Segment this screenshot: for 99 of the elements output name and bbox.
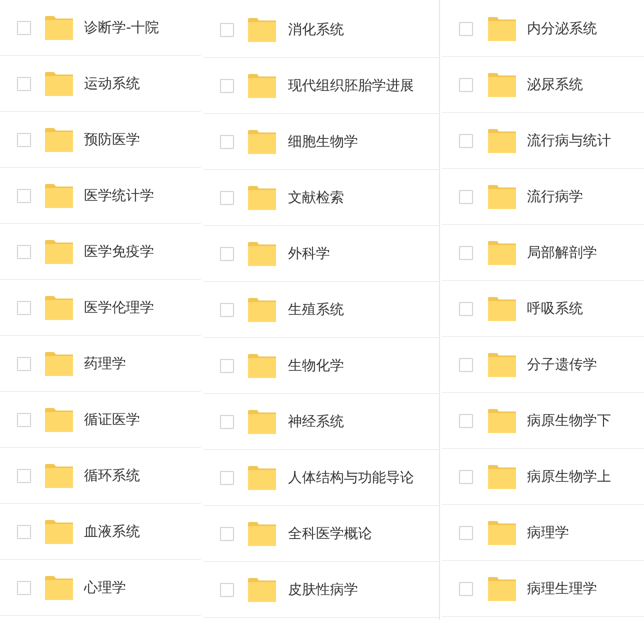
folder-name[interactable]: 流行病学 <box>527 188 583 206</box>
folder-icon <box>248 186 276 210</box>
folder-name[interactable]: 泌尿系统 <box>527 76 583 94</box>
folder-name[interactable]: 运动系统 <box>84 74 140 92</box>
folder-icon <box>248 522 276 546</box>
folder-icon <box>45 520 73 544</box>
checkbox[interactable] <box>459 414 473 428</box>
folder-name[interactable]: 人体结构与功能导论 <box>288 468 414 486</box>
checkbox[interactable] <box>17 244 31 258</box>
folder-name[interactable]: 神经系统 <box>288 412 344 430</box>
checkbox[interactable] <box>459 526 473 540</box>
checkbox[interactable] <box>220 470 234 484</box>
folder-name[interactable]: 循证医学 <box>84 410 140 428</box>
checkbox[interactable] <box>220 190 234 204</box>
folder-icon <box>488 520 516 544</box>
checkbox[interactable] <box>459 246 473 260</box>
folder-icon <box>248 354 276 378</box>
folder-name[interactable]: 内分泌系统 <box>527 20 597 38</box>
folder-name[interactable]: 消化系统 <box>288 20 344 38</box>
checkbox[interactable] <box>220 358 234 372</box>
folder-name[interactable]: 诊断学-十院 <box>84 18 160 36</box>
folder-name[interactable]: 病理生理学 <box>527 580 597 598</box>
folder-icon <box>248 466 276 490</box>
checkbox[interactable] <box>220 134 234 148</box>
checkbox[interactable] <box>17 76 31 90</box>
folder-icon <box>488 128 516 152</box>
checkbox[interactable] <box>220 582 234 596</box>
folder-name[interactable]: 病原生物学下 <box>527 412 611 430</box>
folder-icon <box>248 130 276 154</box>
checkbox[interactable] <box>220 414 234 428</box>
checkbox[interactable] <box>459 134 473 148</box>
folder-name[interactable]: 医学伦理学 <box>84 298 154 316</box>
folder-icon <box>248 298 276 322</box>
folder-name[interactable]: 呼吸系统 <box>527 300 583 318</box>
folder-icon <box>45 240 73 264</box>
folder-icon <box>488 408 516 432</box>
folder-name[interactable]: 文献检索 <box>288 188 344 206</box>
folder-name[interactable]: 医学免疫学 <box>84 242 154 260</box>
folder-name[interactable]: 现代组织胚胎学进展 <box>288 76 414 94</box>
folder-name[interactable]: 药理学 <box>84 354 126 372</box>
folder-icon <box>248 578 276 602</box>
folder-name[interactable]: 心理学 <box>84 578 126 596</box>
folder-name[interactable]: 细胞生物学 <box>288 132 358 150</box>
folder-name[interactable]: 生殖系统 <box>288 300 344 318</box>
folder-icon <box>45 352 73 376</box>
folder-name[interactable]: 局部解剖学 <box>527 244 597 262</box>
folder-icon <box>488 576 516 600</box>
folder-name[interactable]: 预防医学 <box>84 130 140 148</box>
folder-icon <box>248 18 276 42</box>
checkbox[interactable] <box>459 302 473 316</box>
checkbox[interactable] <box>17 468 31 482</box>
folder-icon <box>45 128 73 152</box>
folder-name[interactable]: 医学统计学 <box>84 186 154 204</box>
checkbox[interactable] <box>220 246 234 260</box>
folder-icon <box>45 72 73 96</box>
folder-icon <box>45 576 73 600</box>
folder-name[interactable]: 分子遗传学 <box>527 356 597 374</box>
checkbox[interactable] <box>220 22 234 36</box>
folder-icon <box>45 296 73 320</box>
folder-icon <box>488 464 516 488</box>
folder-name[interactable]: 病理学 <box>527 524 569 542</box>
folder-icon <box>488 240 516 264</box>
folder-icon <box>488 16 516 40</box>
checkbox[interactable] <box>17 132 31 146</box>
folder-icon <box>488 352 516 376</box>
checkbox[interactable] <box>17 188 31 202</box>
folder-icon <box>488 72 516 96</box>
checkbox[interactable] <box>459 470 473 484</box>
checkbox[interactable] <box>17 356 31 370</box>
checkbox[interactable] <box>459 22 473 36</box>
folder-icon <box>45 16 73 40</box>
folder-name[interactable]: 血液系统 <box>84 522 140 540</box>
checkbox[interactable] <box>17 524 31 538</box>
folder-icon <box>488 296 516 320</box>
folder-icon <box>45 408 73 432</box>
checkbox[interactable] <box>17 300 31 314</box>
folder-icon <box>488 184 516 208</box>
folder-name[interactable]: 循环系统 <box>84 466 140 484</box>
checkbox[interactable] <box>17 20 31 34</box>
folder-icon <box>45 184 73 208</box>
folder-icon <box>248 242 276 266</box>
checkbox[interactable] <box>459 190 473 204</box>
checkbox[interactable] <box>459 78 473 92</box>
folder-icon <box>248 74 276 98</box>
folder-name[interactable]: 皮肤性病学 <box>288 580 358 598</box>
folder-name[interactable]: 病原生物学上 <box>527 468 611 486</box>
folder-icon <box>248 410 276 434</box>
checkbox[interactable] <box>220 78 234 92</box>
folder-icon <box>45 464 73 488</box>
folder-name[interactable]: 全科医学概论 <box>288 524 372 542</box>
checkbox[interactable] <box>17 412 31 426</box>
folder-name[interactable]: 流行病与统计 <box>527 132 611 150</box>
folder-name[interactable]: 生物化学 <box>288 356 344 374</box>
checkbox[interactable] <box>220 526 234 540</box>
checkbox[interactable] <box>459 358 473 372</box>
checkbox[interactable] <box>17 580 31 594</box>
checkbox[interactable] <box>220 302 234 316</box>
checkbox[interactable] <box>459 582 473 596</box>
folder-name[interactable]: 外科学 <box>288 244 330 262</box>
